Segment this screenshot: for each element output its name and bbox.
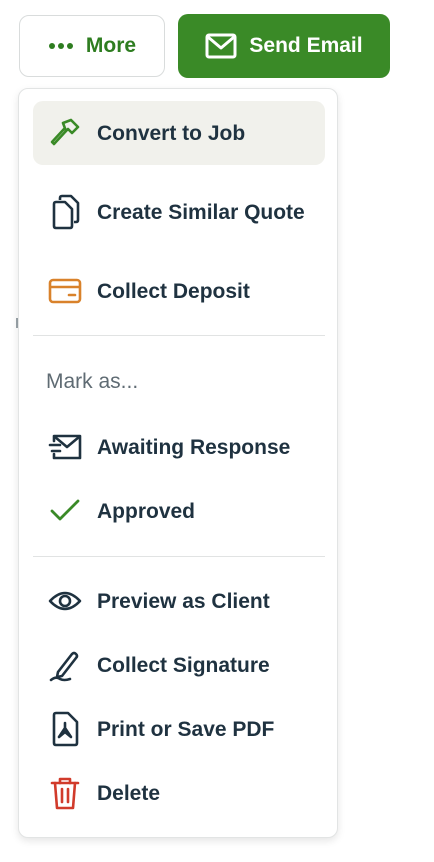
menu-item-preview-as-client[interactable]: Preview as Client bbox=[33, 569, 325, 633]
copy-document-icon bbox=[47, 194, 83, 230]
menu-item-label: Approved bbox=[97, 499, 196, 523]
menu-item-approved[interactable]: Approved bbox=[33, 479, 325, 543]
trash-icon bbox=[47, 775, 83, 811]
hammer-icon bbox=[47, 115, 83, 151]
menu-item-label: Preview as Client bbox=[97, 589, 270, 613]
menu-item-label: Awaiting Response bbox=[97, 435, 291, 459]
menu-item-collect-signature[interactable]: Collect Signature bbox=[33, 633, 325, 697]
menu-item-label: Create Similar Quote bbox=[97, 200, 305, 224]
menu-item-label: Collect Deposit bbox=[97, 279, 250, 303]
menu-item-label: Collect Signature bbox=[97, 653, 270, 677]
send-email-label: Send Email bbox=[249, 34, 363, 57]
menu-item-delete[interactable]: Delete bbox=[33, 761, 325, 825]
menu-item-collect-deposit[interactable]: Collect Deposit bbox=[33, 259, 325, 323]
mark-as-heading: Mark as... bbox=[46, 370, 139, 393]
pdf-document-icon bbox=[47, 711, 83, 747]
pen-signature-icon bbox=[47, 647, 83, 683]
menu-item-create-similar-quote[interactable]: Create Similar Quote bbox=[33, 179, 325, 245]
more-actions-menu: Convert to Job Create Similar Quote Coll… bbox=[18, 88, 338, 838]
envelope-icon bbox=[205, 33, 237, 59]
menu-item-label: Convert to Job bbox=[97, 121, 246, 145]
checkmark-icon bbox=[47, 493, 83, 529]
more-button-label: More bbox=[85, 34, 137, 57]
credit-card-icon bbox=[47, 273, 83, 309]
more-button[interactable]: More bbox=[19, 15, 165, 77]
menu-divider bbox=[33, 335, 325, 336]
menu-item-label: Delete bbox=[97, 781, 161, 805]
menu-item-print-or-save-pdf[interactable]: Print or Save PDF bbox=[33, 697, 325, 761]
page: More Send Email Convert to Job Create Si… bbox=[0, 0, 434, 862]
more-dots-icon bbox=[48, 42, 74, 50]
menu-divider bbox=[33, 556, 325, 557]
send-email-button[interactable]: Send Email bbox=[178, 14, 390, 78]
menu-item-awaiting-response[interactable]: Awaiting Response bbox=[33, 415, 325, 479]
eye-icon bbox=[47, 583, 83, 619]
menu-item-convert-to-job[interactable]: Convert to Job bbox=[33, 101, 325, 165]
menu-item-label: Print or Save PDF bbox=[97, 717, 275, 741]
envelope-arrow-icon bbox=[47, 429, 83, 465]
